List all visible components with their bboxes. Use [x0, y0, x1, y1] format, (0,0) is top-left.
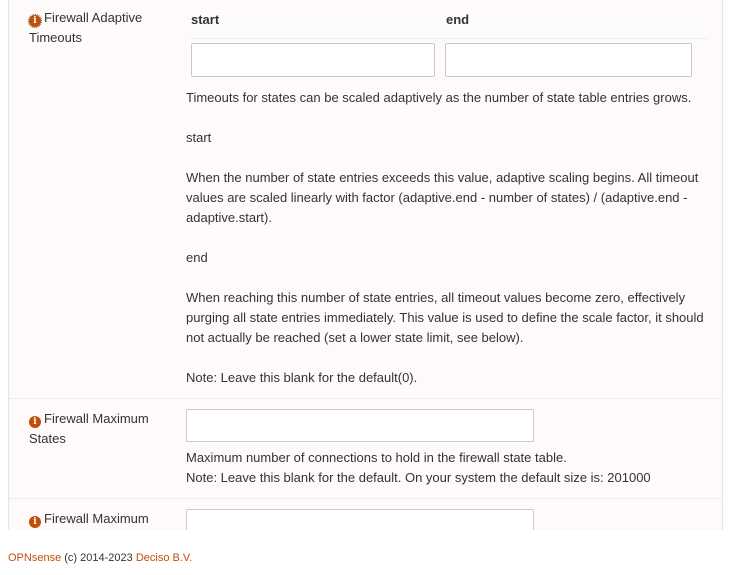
max-states-help-line1: Maximum number of connections to hold in… [186, 450, 567, 465]
adaptive-help-start-text: When the number of state entries exceeds… [186, 170, 699, 225]
settings-panel: i Firewall Adaptive Timeouts start end Ti… [8, 0, 723, 530]
adaptive-help: Timeouts for states can be scaled adapti… [186, 88, 706, 388]
opnsense-link[interactable]: OPNsense [8, 552, 61, 564]
row-divider [9, 398, 722, 399]
info-circle-icon[interactable]: i [29, 516, 41, 528]
max-next-label: i Firewall Maximum [29, 509, 169, 529]
info-circle-icon[interactable]: i [29, 416, 41, 428]
deciso-link[interactable]: Deciso B.V. [136, 552, 192, 564]
adaptive-timeouts-label: i Firewall Adaptive Timeouts [28, 8, 169, 48]
page-footer: OPNsense (c) 2014-2023 Deciso B.V. [8, 552, 192, 564]
copyright-text: (c) 2014-2023 [64, 552, 133, 564]
max-next-label-text: Firewall Maximum [44, 511, 149, 526]
adaptive-help-end-title: end [186, 250, 208, 265]
adaptive-start-input[interactable] [191, 43, 435, 77]
max-states-input[interactable] [186, 409, 534, 442]
max-next-input[interactable] [186, 509, 534, 530]
column-header-end: end [446, 12, 470, 27]
info-circle-icon[interactable]: i [28, 14, 42, 28]
max-states-label-text: Firewall Maximum States [29, 411, 149, 446]
column-header-start: start [191, 12, 220, 27]
adaptive-help-intro: Timeouts for states can be scaled adapti… [186, 90, 692, 105]
adaptive-help-start-title: start [186, 130, 212, 145]
max-states-help: Maximum number of connections to hold in… [186, 448, 706, 488]
adaptive-end-input[interactable] [445, 43, 692, 77]
adaptive-help-note: Note: Leave this blank for the default(0… [186, 370, 418, 385]
max-states-help-line2: Note: Leave this blank for the default. … [186, 470, 651, 485]
max-states-label: i Firewall Maximum States [29, 409, 169, 449]
adaptive-help-end-text: When reaching this number of state entri… [186, 290, 704, 345]
row-divider [9, 498, 722, 499]
adaptive-timeouts-label-text: Firewall Adaptive Timeouts [29, 10, 143, 45]
